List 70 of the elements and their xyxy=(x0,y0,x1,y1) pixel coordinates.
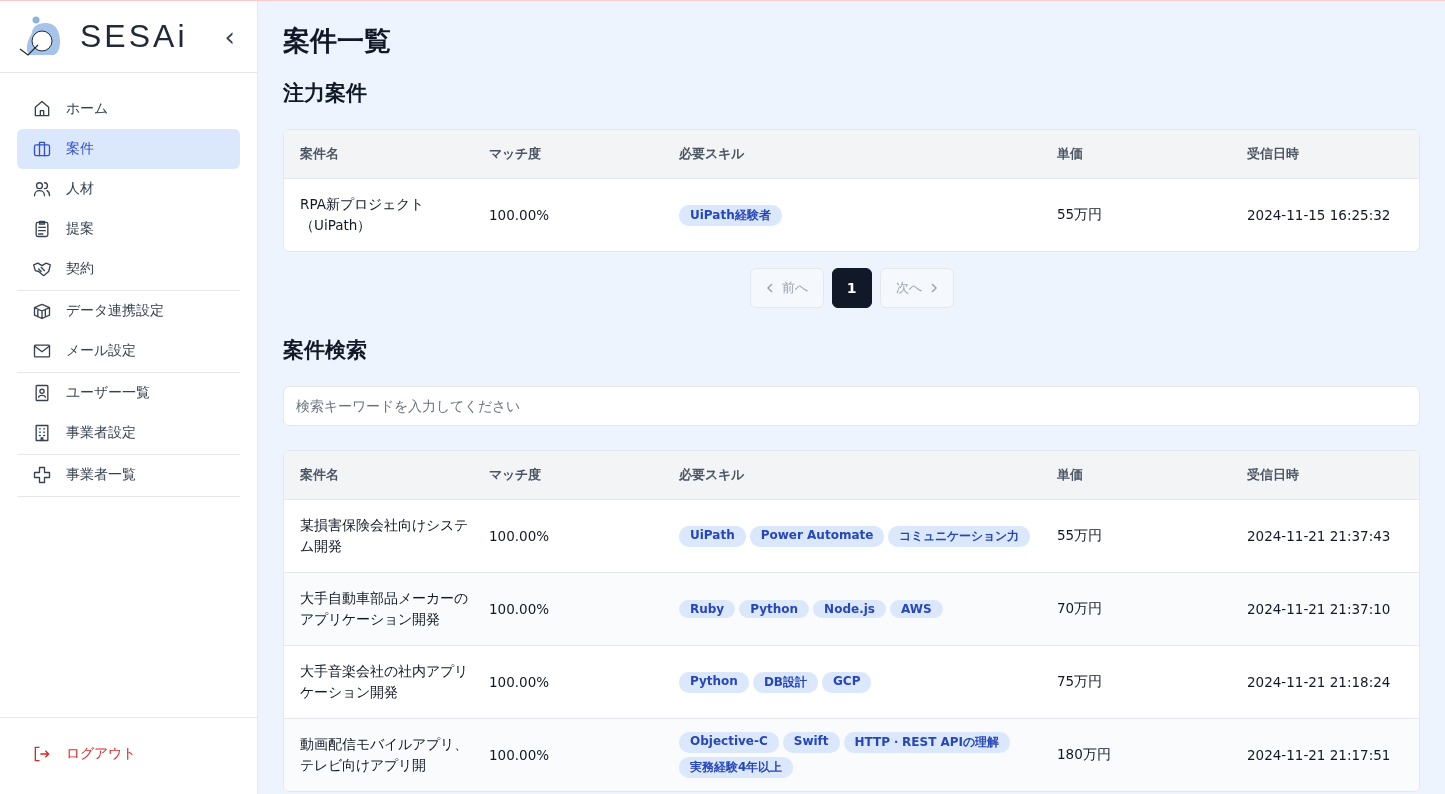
briefcase-icon xyxy=(32,139,52,159)
skill-tag: 実務経験4年以上 xyxy=(679,757,794,778)
nav-item[interactable]: 契約 xyxy=(17,249,240,289)
column-header: 案件名 xyxy=(300,466,340,484)
logout-button[interactable]: ログアウト xyxy=(17,734,240,774)
table-cell-text: 180万円 xyxy=(1057,746,1112,764)
chevron-left-icon xyxy=(765,283,776,293)
column-header: 受信日時 xyxy=(1247,145,1300,163)
nav-item[interactable]: 人材 xyxy=(17,169,240,209)
page-title: 案件一覧 xyxy=(283,24,392,58)
skill-tag: HTTP・REST APIの理解 xyxy=(843,732,1011,753)
table-cell-text: 55万円 xyxy=(1057,206,1104,224)
skill-tag: Swift xyxy=(782,732,840,753)
logo-text: SESAi xyxy=(80,18,189,55)
nav-item[interactable]: ユーザー一覧 xyxy=(17,373,240,413)
logout-icon xyxy=(32,744,52,764)
table-cell-text: 2024-11-21 21:18:24 xyxy=(1247,674,1392,690)
column-header: 必要スキル xyxy=(679,466,745,484)
nav-item[interactable]: 事業者設定 xyxy=(17,413,240,453)
skill-tag: コミュニケーション力 xyxy=(888,525,1031,547)
nav-item[interactable]: 提案 xyxy=(17,209,240,249)
users-icon xyxy=(32,179,52,199)
collapse-button[interactable]: ‹ xyxy=(220,21,239,52)
table-cell-text: 100.00% xyxy=(489,747,551,763)
section-heading: 案件検索 xyxy=(283,337,368,364)
table-cell-text: 2024-11-15 16:25:32 xyxy=(1247,207,1392,223)
table-cell-text: 100.00% xyxy=(489,528,551,544)
skill-tag: DB設計 xyxy=(752,671,818,693)
skill-tag: Power Automate xyxy=(749,525,885,547)
column-header: 単価 xyxy=(1057,466,1084,484)
table-cell-text: 2024-11-21 21:37:43 xyxy=(1247,528,1392,544)
skill-tag: UiPath xyxy=(679,525,746,547)
search-field[interactable]: 検索キーワードを入力してください xyxy=(283,386,1420,426)
skill-tag: Node.js xyxy=(813,600,886,618)
nav-item[interactable]: メール設定 xyxy=(17,331,240,371)
skill-tag: UiPath経験者 xyxy=(679,204,782,226)
nav-item[interactable]: 事業者一覧 xyxy=(17,455,240,495)
table-cell-text: 100.00% xyxy=(489,674,551,690)
table-cell-text: 75万円 xyxy=(1057,673,1104,691)
table-cell-text: 某損害保険会社向けシステム開発 xyxy=(300,516,469,556)
skill-tag: AWS xyxy=(889,600,943,618)
skill-tag: Ruby xyxy=(679,600,736,618)
table-cell-text: 55万円 xyxy=(1057,527,1104,545)
table-cell-text: 100.00% xyxy=(489,601,551,617)
skill-tag: Python xyxy=(739,600,810,618)
column-header: 必要スキル xyxy=(679,145,745,163)
table-cell-text: 大手音楽会社の社内アプリケーション開発 xyxy=(300,662,469,702)
table-cell-text: 100.00% xyxy=(489,207,551,223)
skill-tag: GCP xyxy=(822,671,872,693)
table-cell-text: RPA新プロジェクト（UiPath） xyxy=(300,195,425,235)
column-header: 単価 xyxy=(1057,145,1084,163)
table-cell-text: 大手自動車部品メーカーのアプリケーション開発 xyxy=(300,589,469,629)
home-icon xyxy=(32,99,52,119)
column-header: マッチ度 xyxy=(489,466,542,484)
column-header: 受信日時 xyxy=(1247,466,1300,484)
table-cell-text: 70万円 xyxy=(1057,600,1104,618)
table-cell-text: 動画配信モバイルアプリ、テレビ向けアプリ開 xyxy=(300,735,469,775)
table-cell-text: 2024-11-21 21:37:10 xyxy=(1247,601,1392,617)
column-header: 案件名 xyxy=(300,145,340,163)
section-heading: 注力案件 xyxy=(283,80,368,107)
nav-item[interactable]: 案件 xyxy=(17,129,240,169)
column-header: マッチ度 xyxy=(489,145,542,163)
skill-tag: Python xyxy=(679,671,749,693)
box-icon xyxy=(32,301,52,321)
page-button[interactable]: 1 xyxy=(831,268,872,308)
nav-item[interactable]: データ連携設定 xyxy=(17,291,240,331)
plus-icon xyxy=(32,465,52,485)
nav-item[interactable]: ホーム xyxy=(17,89,240,129)
skill-tag: Objective-C xyxy=(679,732,779,753)
table-cell-text: 2024-11-21 21:17:51 xyxy=(1247,747,1392,763)
